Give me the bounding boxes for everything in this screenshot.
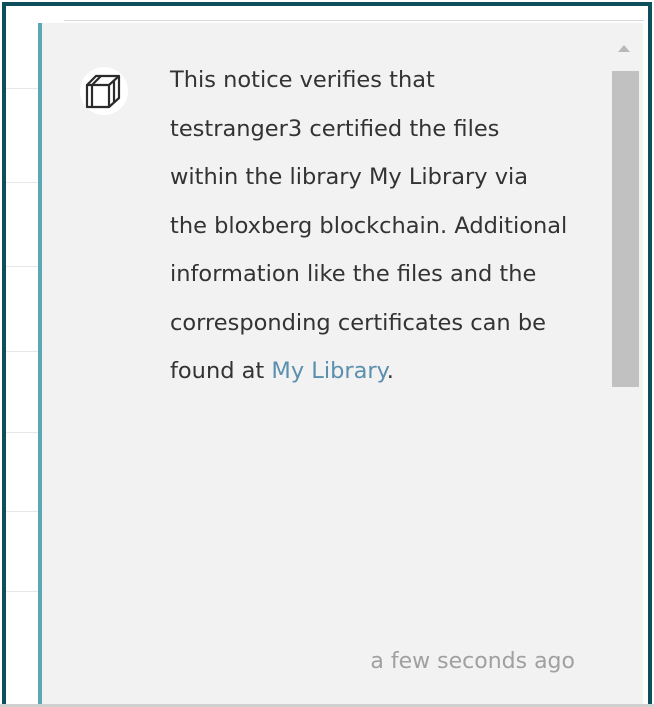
background-divider [6, 511, 38, 512]
background-divider [6, 182, 38, 183]
notice-message-end: . [386, 358, 394, 384]
panel-top-border [64, 20, 644, 21]
notice-timestamp: a few seconds ago [370, 649, 575, 674]
background-divider [6, 88, 38, 89]
notification-popup: This notice verifies that testranger3 ce… [2, 2, 652, 705]
notice-message-text: This notice verifies that testranger3 ce… [170, 67, 568, 384]
background-divider [6, 351, 38, 352]
notice-avatar [80, 67, 128, 115]
library-link[interactable]: My Library [271, 358, 386, 384]
scroll-up-arrow-icon[interactable] [618, 45, 630, 52]
background-divider [6, 432, 38, 433]
scrollbar[interactable] [607, 23, 641, 705]
notice-item[interactable]: This notice verifies that testranger3 ce… [38, 23, 643, 705]
background-divider [6, 591, 38, 592]
background-divider [6, 266, 38, 267]
scroll-thumb[interactable] [612, 71, 639, 387]
notice-message: This notice verifies that testranger3 ce… [170, 56, 570, 396]
